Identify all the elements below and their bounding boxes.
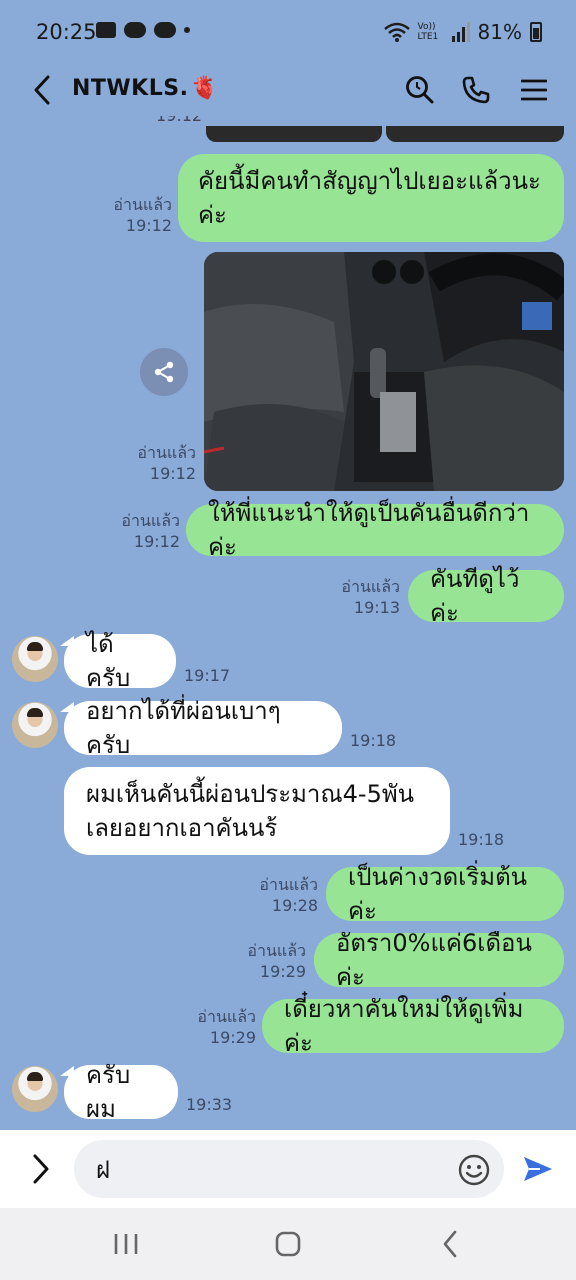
menu-button[interactable] [514,70,554,110]
message-bubble-incoming[interactable]: อยากได้ที่ผ่อนเบาๆครับ [64,697,342,759]
share-icon [154,361,174,383]
previous-images[interactable] [206,126,564,142]
recents-button[interactable] [106,1226,146,1262]
read-receipt: อ่านแล้ว 19:29 [247,941,306,981]
message-input-value: ฝ [96,1155,111,1184]
status-time: 20:25 [36,20,97,44]
read-receipt: อ่านแล้ว 19:28 [259,875,318,915]
network-label: Vo)) LTE1 [417,22,439,42]
back-button[interactable] [28,72,56,108]
message-bubble-outgoing[interactable]: เป็นค่างวดเริ่มต้นค่ะ [326,863,564,925]
battery-icon [530,22,542,42]
chat-header: NTWKLS.🫀 [0,64,576,116]
car-interior-photo[interactable] [204,252,564,491]
battery-percent: 81% [477,20,522,44]
message-bubble-outgoing[interactable]: คัยนี้มีคนทำสัญญาไปเยอะแล้วนะ ค่ะ [178,154,564,242]
message-composer: ฝ [0,1130,576,1208]
send-button[interactable] [518,1150,558,1188]
back-icon [34,75,50,105]
message-time: 19:17 [184,666,231,685]
message-text: เดี๋ยวหาคันใหม่ให้ดูเพิ่มค่ะ [284,995,524,1057]
message-bubble-incoming[interactable]: ได้ครับ [64,630,176,692]
read-receipt: อ่านแล้ว 19:12 [137,443,196,483]
phone-icon [462,76,490,104]
search-icon [406,76,434,104]
menu-icon [521,79,547,101]
call-button[interactable] [456,70,496,110]
read-receipt: อ่านแล้ว 19:12 [121,511,180,551]
message-bubble-incoming[interactable]: ครับผม [64,1061,178,1123]
message-time: 19:18 [458,830,505,849]
message-input[interactable]: ฝ [74,1140,504,1198]
gallery-icon [96,22,116,38]
chat-messages[interactable]: 19:12 อ่านแล้ว 19:12 คัยนี้มีคนทำสัญญาไป… [0,116,576,1130]
message-text: คันทีดูไว้ค่ะ [430,565,520,627]
expand-menu-button[interactable] [24,1150,58,1188]
message-text: เลยอยากเอาคันนร้ [86,814,278,842]
read-receipt: อ่านแล้ว 19:13 [341,577,400,617]
message-bubble-outgoing[interactable]: อัตรา0%แค่6เดือนค่ะ [314,929,564,991]
message-text: ได้ครับ [86,630,131,692]
message-text: ค่ะ [198,201,227,229]
notification-icons [96,22,190,38]
share-button[interactable] [140,348,188,396]
read-receipt: อ่านแล้ว 19:29 [197,1007,256,1047]
send-icon [524,1157,552,1181]
emoji-icon[interactable] [458,1154,490,1186]
contact-avatar[interactable] [12,1066,58,1112]
message-text: เป็นค่างวดเริ่มต้นค่ะ [348,863,528,925]
message-time: 19:18 [350,731,397,750]
message-bubble-incoming[interactable]: ผมเห็นคันนี้ผ่อนประมาณ4-5พัน เลยอยากเอาค… [64,767,450,855]
message-time: 19:33 [186,1095,233,1114]
contact-name[interactable]: NTWKLS.🫀 [72,76,218,101]
youtube-icon [124,22,146,38]
message-text: ผมเห็นคันนี้ผ่อนประมาณ4-5พัน [86,780,415,808]
home-icon [275,1231,301,1257]
home-button[interactable] [268,1226,308,1262]
line-icon [154,22,176,38]
contact-name-text: NTWKLS. [72,76,189,101]
back-nav-icon [443,1230,457,1258]
heart-emoji: 🫀 [190,76,219,101]
recents-icon [114,1234,138,1254]
message-text: คัยนี้มีคนทำสัญญาไปเยอะแล้วนะ [198,167,541,195]
message-bubble-outgoing[interactable]: คันทีดูไว้ค่ะ [408,565,564,627]
search-button[interactable] [400,70,440,110]
status-bar: 20:25 Vo)) LTE1 81% [0,0,576,64]
contact-avatar[interactable] [12,702,58,748]
message-text: ให้พี่แนะนำให้ดูเป็นคันอื่นดีกว่าค่ะ [208,499,530,561]
chevron-right-icon [33,1154,49,1184]
previous-message-time: 19:12 [156,116,202,125]
message-text: อยากได้ที่ผ่อนเบาๆครับ [86,697,281,759]
message-text: ครับผม [86,1061,131,1123]
contact-avatar[interactable] [12,636,58,682]
more-notifications-icon [184,27,190,33]
message-text: อัตรา0%แค่6เดือนค่ะ [336,929,532,991]
back-nav-button[interactable] [430,1226,470,1262]
read-receipt: อ่านแล้ว 19:12 [113,195,172,235]
message-bubble-outgoing[interactable]: ให้พี่แนะนำให้ดูเป็นคันอื่นดีกว่าค่ะ [186,499,564,561]
message-bubble-outgoing[interactable]: เดี๋ยวหาคันใหม่ให้ดูเพิ่มค่ะ [262,995,564,1057]
wifi-icon [383,22,410,42]
car-interior-image [204,252,564,491]
signal-icon [451,22,470,42]
system-navigation-bar [0,1208,576,1280]
